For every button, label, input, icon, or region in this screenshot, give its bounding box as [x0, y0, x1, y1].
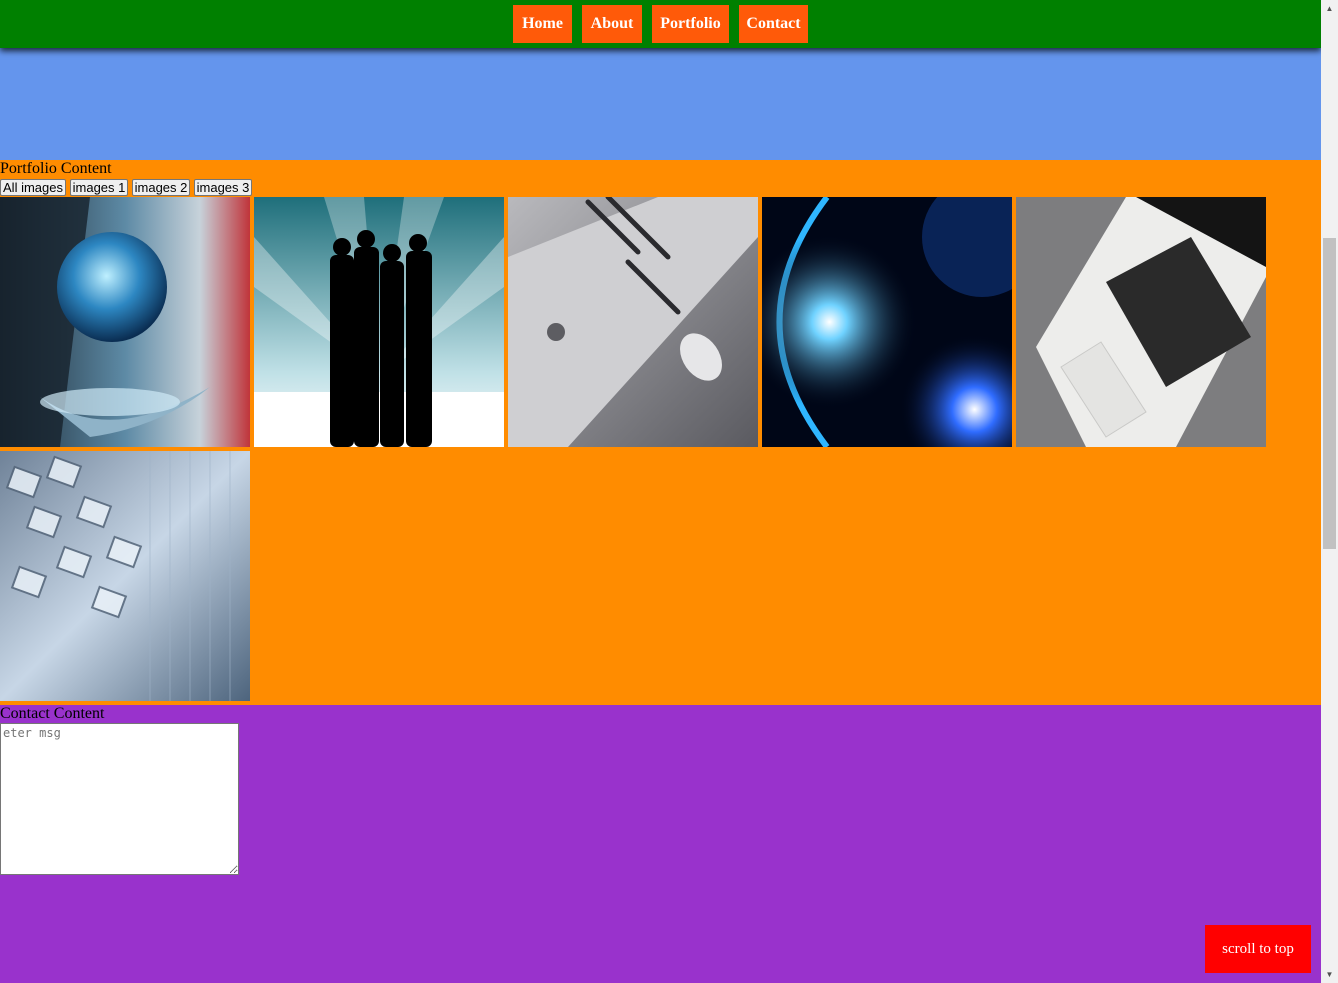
portfolio-image-laptop-desk[interactable] [508, 197, 758, 447]
page-viewport: Home About Portfolio Contact Portfolio C… [0, 0, 1321, 983]
contact-title: Contact Content [0, 705, 105, 722]
nav-portfolio-button[interactable]: Portfolio [652, 5, 729, 43]
vertical-scrollbar[interactable]: ▲ ▼ [1321, 0, 1338, 983]
navbar: Home About Portfolio Contact [0, 0, 1321, 48]
nav-about-button[interactable]: About [582, 5, 642, 43]
portfolio-title: Portfolio Content [0, 160, 112, 177]
filter-images-2-button[interactable]: images 2 [132, 179, 190, 196]
portfolio-section: Portfolio Content All images images 1 im… [0, 160, 1321, 705]
scrollbar-thumb[interactable] [1323, 238, 1336, 549]
message-textarea[interactable] [0, 723, 239, 875]
scroll-up-arrow-icon[interactable]: ▲ [1321, 0, 1338, 17]
filter-images-1-button[interactable]: images 1 [70, 179, 128, 196]
contact-section: Contact Content [0, 705, 1321, 983]
filter-images-3-button[interactable]: images 3 [194, 179, 252, 196]
nav-home-button[interactable]: Home [513, 5, 572, 43]
scroll-down-arrow-icon[interactable]: ▼ [1321, 966, 1338, 983]
filter-all-images-button[interactable]: All images [0, 179, 66, 196]
nav-contact-button[interactable]: Contact [739, 5, 808, 43]
portfolio-image-globe[interactable] [0, 197, 250, 447]
scroll-to-top-button[interactable]: scroll to top [1205, 925, 1311, 973]
portfolio-image-silhouettes[interactable] [254, 197, 504, 447]
portfolio-image-cubes[interactable] [0, 451, 250, 701]
portfolio-image-planet[interactable] [762, 197, 1012, 447]
portfolio-image-laptop[interactable] [1016, 197, 1266, 447]
